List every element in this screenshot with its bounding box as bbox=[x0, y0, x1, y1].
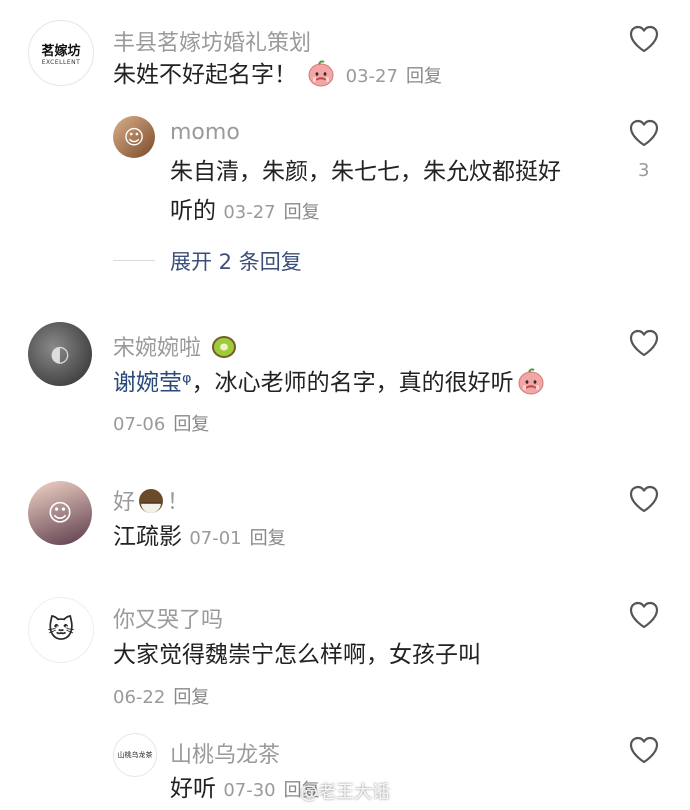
peach-emoji bbox=[308, 59, 334, 87]
reply-button[interactable]: 回复 bbox=[173, 687, 209, 708]
avatar-logo-subtext: EXCELLENT bbox=[41, 59, 81, 66]
comment-meta: 07-06 回复 bbox=[113, 410, 209, 436]
reply-body: 好听 07-30 回复 bbox=[170, 770, 320, 810]
reply-date: 07-30 bbox=[223, 780, 276, 801]
expand-replies-button[interactable]: 展开 2 条回复 bbox=[170, 246, 302, 276]
comment-text: 朱姓不好起名字！ bbox=[113, 62, 297, 88]
comment-username[interactable]: 你又哭了吗 bbox=[113, 602, 223, 634]
reply-body-line2: 听的 03-27 回复 bbox=[170, 192, 320, 232]
comment-username-prefix: 好 bbox=[113, 490, 136, 515]
comment-text: 大家觉得魏崇宁怎么样啊，女孩子叫 bbox=[113, 642, 481, 668]
reply-button[interactable]: 回复 bbox=[250, 528, 286, 549]
comment-meta: 06-22 回复 bbox=[113, 683, 209, 709]
comment-date: 07-06 bbox=[113, 414, 166, 435]
comment-username[interactable]: 宋婉婉啦 bbox=[113, 330, 240, 367]
avatar[interactable]: 🐱 bbox=[28, 597, 94, 663]
like-heart-icon[interactable] bbox=[628, 118, 660, 148]
reply-text: 朱自清，朱颜，朱七七，朱允炆都挺好 bbox=[170, 159, 561, 185]
comment-username-text: 宋婉婉啦 bbox=[113, 336, 202, 361]
divider bbox=[113, 260, 155, 261]
comment-text: ，冰心老师的名字，真的很好听 bbox=[191, 370, 514, 396]
comment-username[interactable]: 丰县茗嫁坊婚礼策划 bbox=[113, 25, 311, 57]
reply-button[interactable]: 回复 bbox=[284, 202, 320, 223]
reply-username[interactable]: 山桃乌龙茶 bbox=[170, 737, 280, 769]
avatar-logo-text: 茗嫁坊 bbox=[41, 44, 81, 59]
avatar[interactable]: 山桃乌龙茶 bbox=[113, 733, 157, 777]
comment-body: 朱姓不好起名字！ 03-27 回复 bbox=[113, 56, 442, 96]
like-heart-icon[interactable] bbox=[628, 600, 660, 630]
comment-body: 谢婉莹ᵠ，冰心老师的名字，真的很好听 bbox=[113, 364, 548, 402]
mention-link[interactable]: 谢婉莹ᵠ bbox=[113, 370, 192, 396]
watermark-text: @老王大话 bbox=[300, 782, 390, 803]
avatar-logo-text: 山桃乌龙茶 bbox=[117, 751, 153, 759]
avatar[interactable]: ☺ bbox=[113, 116, 155, 158]
comment-date: 06-22 bbox=[113, 687, 166, 708]
kiwi-emoji bbox=[210, 333, 238, 367]
avatar[interactable]: ◐ bbox=[28, 322, 92, 386]
peach-emoji bbox=[518, 367, 544, 395]
avatar[interactable]: 茗嫁坊 EXCELLENT bbox=[28, 20, 94, 86]
like-count: 3 bbox=[638, 160, 650, 181]
comment-text: 江疏影 bbox=[113, 524, 182, 550]
reply-username[interactable]: momo bbox=[170, 120, 240, 145]
like-heart-icon[interactable] bbox=[628, 328, 660, 358]
reply-body-line1: 朱自清，朱颜，朱七七，朱允炆都挺好 bbox=[170, 153, 561, 191]
like-heart-icon[interactable] bbox=[628, 484, 660, 514]
avatar-face-icon: ☺ bbox=[47, 499, 73, 527]
comment-username-suffix: ！ bbox=[167, 490, 190, 515]
reply-text: 好听 bbox=[170, 776, 216, 802]
avatar[interactable]: ☺ bbox=[28, 481, 92, 545]
avatar-face-icon: ☺ bbox=[123, 125, 145, 149]
coconut-emoji bbox=[137, 487, 165, 521]
reply-date: 03-27 bbox=[223, 202, 276, 223]
comment-body: 江疏影 07-01 回复 bbox=[113, 518, 286, 558]
avatar-cat-icon: 🐱 bbox=[47, 615, 75, 645]
avatar-photo-icon: ◐ bbox=[50, 341, 70, 367]
comment-date: 07-01 bbox=[189, 528, 242, 549]
reply-text-cont: 听的 bbox=[170, 198, 216, 224]
like-heart-icon[interactable] bbox=[628, 735, 660, 765]
comment-date: 03-27 bbox=[345, 66, 398, 87]
comment-username[interactable]: 好 ！ bbox=[113, 484, 189, 521]
comment-body: 大家觉得魏崇宁怎么样啊，女孩子叫 bbox=[113, 636, 481, 674]
like-heart-icon[interactable] bbox=[628, 24, 660, 54]
reply-button[interactable]: 回复 bbox=[406, 66, 442, 87]
reply-button[interactable]: 回复 bbox=[173, 414, 209, 435]
